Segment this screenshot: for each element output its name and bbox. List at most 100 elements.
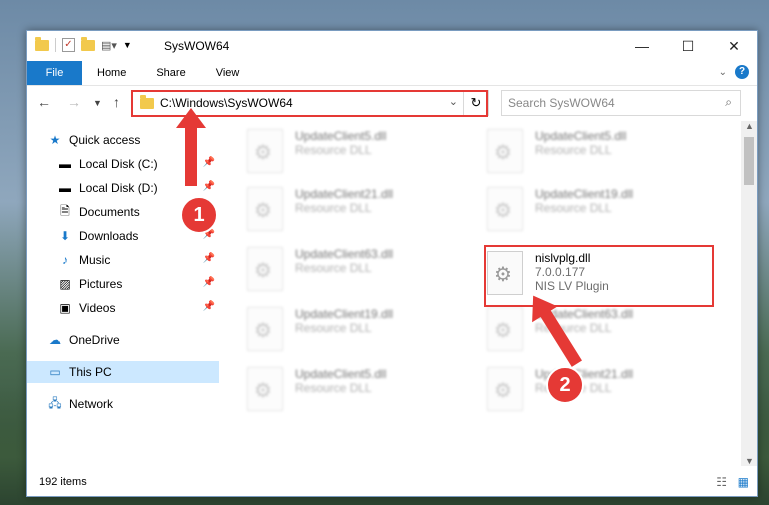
minimize-button[interactable]: —: [619, 31, 665, 61]
customize-toolbar-icon[interactable]: ▤▾: [101, 39, 117, 52]
pin-icon: 📌: [202, 253, 215, 264]
large-icons-view-icon[interactable]: ▦: [738, 475, 749, 489]
properties-icon[interactable]: ✓: [62, 38, 75, 52]
help-icon[interactable]: ?: [735, 65, 749, 79]
expand-ribbon-icon[interactable]: ⌄: [719, 67, 727, 78]
sidebar-item-pictures[interactable]: ▨ Pictures 📌: [57, 273, 219, 295]
step-2-badge: 2: [546, 366, 584, 404]
tab-file[interactable]: File: [27, 61, 82, 85]
scroll-down-icon[interactable]: ▼: [745, 456, 754, 466]
search-placeholder: Search SysWOW64: [508, 96, 615, 110]
sidebar-item-label: Quick access: [69, 133, 141, 147]
dll-file-icon: [247, 187, 283, 231]
list-item[interactable]: UpdateClient63.dllResource DLL: [247, 247, 457, 297]
dll-file-icon: [487, 307, 523, 351]
sidebar-item-videos[interactable]: ▣ Videos 📌: [57, 297, 219, 319]
file-description: Resource DLL: [295, 261, 372, 275]
sidebar-item-label: This PC: [69, 365, 112, 379]
scrollbar-thumb[interactable]: [744, 137, 754, 185]
vertical-scrollbar[interactable]: ▲ ▼: [741, 121, 757, 466]
sidebar-item-label: OneDrive: [69, 333, 120, 347]
forward-arrow-icon[interactable]: →: [67, 94, 81, 110]
recent-locations-icon[interactable]: ▼: [93, 98, 102, 108]
sidebar-item-label: Music: [79, 253, 111, 267]
sidebar-item-label: Videos: [79, 301, 116, 315]
sidebar-item-label: Network: [69, 397, 114, 411]
music-icon: ♪: [62, 253, 68, 267]
file-description: Resource DLL: [295, 143, 372, 157]
pin-icon: 📌: [202, 181, 215, 192]
sidebar-item-label: Local Disk (D:): [79, 181, 158, 195]
star-icon: ★: [49, 133, 61, 147]
sidebar-item-label: Local Disk (C:): [79, 157, 158, 171]
computer-icon: ▭: [49, 365, 61, 379]
details-view-icon[interactable]: ☷: [716, 475, 727, 489]
toolbar-dropdown-icon[interactable]: ▼: [123, 40, 132, 50]
dll-file-icon: [487, 187, 523, 231]
sidebar-item-label: Documents: [79, 205, 140, 219]
sidebar-item-this-pc[interactable]: ▭ This PC: [27, 361, 219, 383]
file-name: UpdateClient5.dll: [295, 129, 387, 143]
ribbon: File Home Share View ⌄ ?: [27, 61, 757, 86]
pin-icon: 📌: [202, 157, 215, 168]
list-item[interactable]: UpdateClient5.dllResource DLL: [247, 129, 457, 179]
sidebar-item-onedrive[interactable]: ☁ OneDrive: [47, 329, 239, 351]
dll-file-icon: [487, 367, 523, 411]
new-folder-icon[interactable]: [81, 36, 95, 51]
tab-home[interactable]: Home: [82, 61, 141, 85]
file-description: Resource DLL: [295, 321, 372, 335]
maximize-button[interactable]: ☐: [665, 31, 711, 61]
sidebar-item-network[interactable]: 🖧 Network: [47, 393, 239, 415]
dll-file-icon: [487, 129, 523, 173]
sidebar-item-music[interactable]: ♪ Music 📌: [57, 249, 219, 271]
item-count: 192 items: [39, 476, 87, 488]
list-item[interactable]: UpdateClient19.dllResource DLL: [247, 307, 457, 357]
search-icon: ⌕: [725, 95, 732, 109]
step-1-badge: 1: [180, 196, 218, 234]
list-item[interactable]: UpdateClient5.dllResource DLL: [487, 129, 697, 179]
file-description: Resource DLL: [535, 201, 612, 215]
sidebar-item-label: Pictures: [79, 277, 123, 291]
sidebar-item-label: Downloads: [79, 229, 139, 243]
videos-icon: ▣: [59, 301, 71, 315]
file-highlight-box: [484, 245, 714, 307]
window-title: SysWOW64: [164, 39, 230, 53]
file-name: UpdateClient19.dll: [295, 307, 394, 321]
file-name: UpdateClient21.dll: [295, 187, 394, 201]
folder-icon[interactable]: [35, 36, 49, 51]
download-icon: ⬇: [59, 229, 71, 243]
dll-file-icon: [247, 367, 283, 411]
list-item[interactable]: UpdateClient63.dllResource DLL: [487, 307, 697, 357]
file-explorer-window: ✓ ▤▾ ▼ SysWOW64 — ☐ ✕ File Home Share Vi…: [26, 30, 758, 497]
file-name: UpdateClient63.dll: [295, 247, 394, 261]
status-bar: 192 items ☷ ▦: [27, 468, 757, 496]
file-name: UpdateClient5.dll: [295, 367, 387, 381]
tab-view[interactable]: View: [201, 61, 255, 85]
title-bar: ✓ ▤▾ ▼ SysWOW64 — ☐ ✕: [27, 31, 757, 61]
back-arrow-icon[interactable]: ←: [37, 94, 51, 110]
arrow-1-shaft: [185, 124, 197, 186]
search-input[interactable]: Search SysWOW64 ⌕: [501, 90, 741, 116]
list-item[interactable]: UpdateClient5.dllResource DLL: [247, 367, 457, 417]
file-name: UpdateClient5.dll: [535, 129, 627, 143]
drive-icon: ▬: [59, 181, 71, 195]
arrow-1-head: [176, 108, 206, 128]
separator: [55, 38, 56, 52]
network-icon: 🖧: [48, 395, 62, 410]
scroll-up-icon[interactable]: ▲: [745, 121, 754, 131]
list-item[interactable]: UpdateClient21.dllResource DLL: [247, 187, 457, 237]
up-arrow-icon[interactable]: ↑: [113, 94, 120, 110]
sidebar-item-quick-access[interactable]: ★ Quick access: [47, 129, 239, 151]
cloud-icon: ☁: [49, 333, 61, 347]
list-item[interactable]: UpdateClient21.dllResource DLL: [487, 367, 697, 417]
pin-icon: 📌: [202, 277, 215, 288]
documents-icon: 🗎: [60, 203, 70, 218]
file-name: UpdateClient19.dll: [535, 187, 634, 201]
drive-icon: ▬: [59, 157, 71, 171]
tab-share[interactable]: Share: [141, 61, 200, 85]
list-item[interactable]: UpdateClient19.dllResource DLL: [487, 187, 697, 237]
pin-icon: 📌: [202, 301, 215, 312]
dll-file-icon: [247, 307, 283, 351]
close-button[interactable]: ✕: [711, 31, 757, 61]
file-description: Resource DLL: [535, 143, 612, 157]
